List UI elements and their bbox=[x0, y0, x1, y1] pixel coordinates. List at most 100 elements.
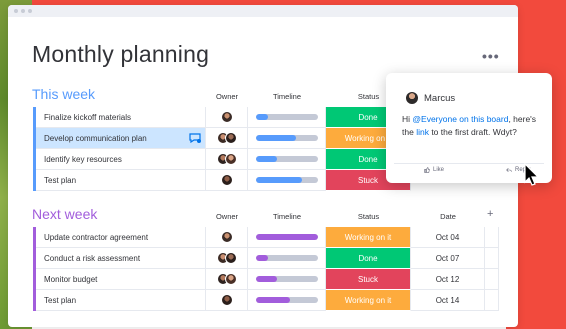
timeline-progress bbox=[255, 297, 290, 303]
comment-message: Hi @Everyone on this board, here's the l… bbox=[402, 113, 542, 139]
table-row[interactable]: Test plan Working on it Oct 14 bbox=[33, 290, 499, 311]
date-cell[interactable]: Oct 14 bbox=[411, 290, 485, 311]
date-value: Oct 14 bbox=[435, 295, 460, 305]
avatar[interactable] bbox=[220, 231, 233, 243]
date-cell[interactable]: Oct 04 bbox=[411, 227, 485, 248]
avatar[interactable] bbox=[220, 294, 233, 306]
column-header-timeline: Timeline bbox=[272, 92, 302, 101]
timeline-bar bbox=[255, 135, 318, 141]
table-row[interactable]: Conduct a risk assessment Done Oct 07 bbox=[33, 248, 499, 269]
empty-cell bbox=[485, 290, 499, 311]
window-dot bbox=[21, 9, 25, 13]
item-name-cell[interactable]: Finalize kickoff materials bbox=[36, 107, 206, 128]
comment-author-name: Marcus bbox=[424, 92, 456, 104]
timeline-bar bbox=[255, 177, 318, 183]
empty-cell bbox=[485, 248, 499, 269]
message-text: Hi bbox=[402, 114, 413, 124]
status-label: Working on it bbox=[344, 133, 392, 143]
timeline-bar bbox=[255, 234, 318, 240]
status-label: Stuck bbox=[357, 274, 378, 284]
add-column-button[interactable]: + bbox=[487, 208, 493, 220]
timeline-cell[interactable] bbox=[248, 290, 326, 311]
column-header-date: Date bbox=[440, 212, 456, 221]
status-label: Working on it bbox=[344, 232, 392, 242]
timeline-progress bbox=[255, 234, 318, 240]
timeline-bar bbox=[255, 114, 318, 120]
table-row[interactable]: Update contractor agreement Working on i… bbox=[33, 227, 499, 248]
timeline-cell[interactable] bbox=[248, 269, 326, 290]
timeline-cell[interactable] bbox=[248, 170, 326, 191]
draft-link[interactable]: link bbox=[416, 127, 429, 137]
comment-actions: Like Reply bbox=[394, 163, 544, 178]
window-titlebar bbox=[8, 5, 518, 17]
timeline-progress bbox=[255, 177, 302, 183]
column-header-owner: Owner bbox=[215, 212, 239, 221]
item-name: Develop communication plan bbox=[44, 133, 147, 143]
item-name-cell[interactable]: Test plan bbox=[36, 290, 206, 311]
empty-cell bbox=[485, 269, 499, 290]
group-title-this-week[interactable]: This week bbox=[32, 86, 95, 102]
item-name: Identify key resources bbox=[44, 154, 122, 164]
item-name-cell[interactable]: Monitor budget bbox=[36, 269, 206, 290]
item-name-cell[interactable]: Conduct a risk assessment bbox=[36, 248, 206, 269]
column-header-status: Status bbox=[357, 212, 380, 221]
column-header-timeline: Timeline bbox=[272, 212, 302, 221]
item-name-cell[interactable]: Develop communication plan bbox=[36, 128, 206, 149]
timeline-bar bbox=[255, 156, 318, 162]
timeline-progress bbox=[255, 276, 278, 282]
window-dot bbox=[14, 9, 18, 13]
empty-cell bbox=[485, 227, 499, 248]
item-name: Monitor budget bbox=[44, 274, 98, 284]
mention-link[interactable]: @Everyone on this board bbox=[412, 114, 508, 124]
status-cell[interactable]: Done bbox=[326, 248, 411, 269]
avatar[interactable] bbox=[224, 273, 237, 285]
item-name: Finalize kickoff materials bbox=[44, 112, 131, 122]
item-name-cell[interactable]: Identify key resources bbox=[36, 149, 206, 170]
avatar[interactable] bbox=[224, 252, 237, 264]
reply-icon bbox=[506, 167, 512, 173]
timeline-cell[interactable] bbox=[248, 149, 326, 170]
avatar[interactable] bbox=[224, 153, 237, 165]
timeline-progress bbox=[255, 255, 268, 261]
avatar[interactable] bbox=[220, 174, 233, 186]
owner-cell[interactable] bbox=[206, 170, 248, 191]
owner-cell[interactable] bbox=[206, 149, 248, 170]
owner-cell[interactable] bbox=[206, 128, 248, 149]
message-text: to the first draft. Wdyt? bbox=[428, 127, 517, 137]
item-name-cell[interactable]: Update contractor agreement bbox=[36, 227, 206, 248]
item-name: Test plan bbox=[44, 175, 77, 185]
avatar bbox=[406, 92, 418, 104]
owner-cell[interactable] bbox=[206, 107, 248, 128]
timeline-cell[interactable] bbox=[248, 227, 326, 248]
date-value: Oct 07 bbox=[435, 253, 460, 263]
more-options-icon[interactable]: ••• bbox=[482, 48, 500, 64]
timeline-progress bbox=[255, 135, 296, 141]
table-row[interactable]: Monitor budget Stuck Oct 12 bbox=[33, 269, 499, 290]
status-cell[interactable]: Working on it bbox=[326, 227, 411, 248]
avatar[interactable] bbox=[224, 132, 237, 144]
chat-bubble-icon[interactable] bbox=[189, 133, 201, 143]
like-label: Like bbox=[433, 167, 445, 173]
date-value: Oct 04 bbox=[435, 232, 460, 242]
date-cell[interactable]: Oct 07 bbox=[411, 248, 485, 269]
item-name-cell[interactable]: Test plan bbox=[36, 170, 206, 191]
group-title-next-week[interactable]: Next week bbox=[32, 206, 97, 222]
item-name: Test plan bbox=[44, 295, 77, 305]
like-button[interactable]: Like bbox=[424, 167, 444, 173]
page-title: Monthly planning bbox=[32, 41, 210, 67]
status-cell[interactable]: Stuck bbox=[326, 269, 411, 290]
item-name: Conduct a risk assessment bbox=[44, 253, 141, 263]
timeline-progress bbox=[255, 156, 278, 162]
date-cell[interactable]: Oct 12 bbox=[411, 269, 485, 290]
status-cell[interactable]: Working on it bbox=[326, 290, 411, 311]
timeline-cell[interactable] bbox=[248, 128, 326, 149]
status-label: Done bbox=[358, 154, 378, 164]
owner-cell[interactable] bbox=[206, 248, 248, 269]
owner-cell[interactable] bbox=[206, 290, 248, 311]
timeline-cell[interactable] bbox=[248, 248, 326, 269]
owner-cell[interactable] bbox=[206, 269, 248, 290]
owner-cell[interactable] bbox=[206, 227, 248, 248]
avatar[interactable] bbox=[220, 111, 233, 123]
item-name: Update contractor agreement bbox=[44, 232, 149, 242]
timeline-cell[interactable] bbox=[248, 107, 326, 128]
